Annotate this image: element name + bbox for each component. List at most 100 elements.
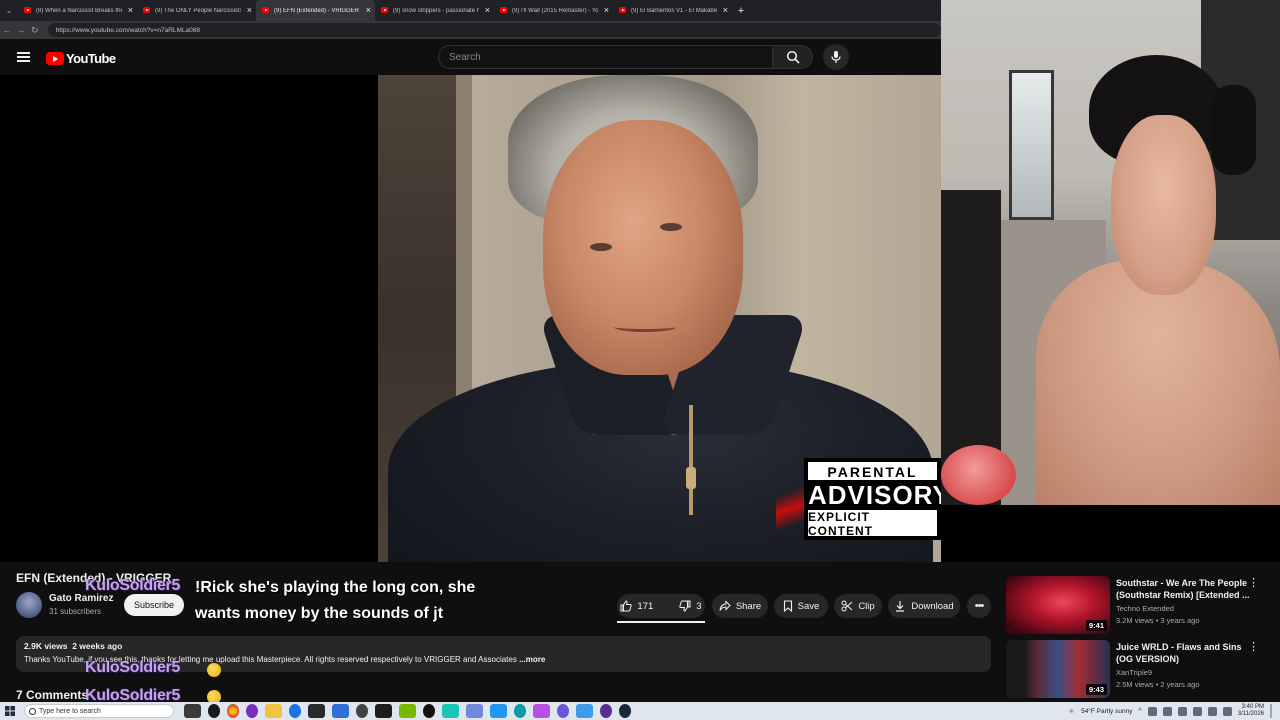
tray-app-icon[interactable] xyxy=(1222,706,1232,716)
app-icon[interactable] xyxy=(442,704,459,718)
recommended-title[interactable]: Juice WRLD - Flaws and Sins (OG VERSION) xyxy=(1116,641,1251,665)
share-button[interactable]: Share xyxy=(712,594,768,618)
app-icon[interactable] xyxy=(557,704,569,718)
new-tab-icon[interactable]: + xyxy=(732,5,750,17)
steam-client-icon[interactable] xyxy=(619,704,631,718)
taskbar-apps xyxy=(184,704,631,718)
video-thumbnail[interactable]: 9:41 xyxy=(1006,576,1110,634)
windows-start-button[interactable] xyxy=(0,706,20,716)
close-tab-icon[interactable]: × xyxy=(128,5,133,15)
close-tab-icon[interactable]: × xyxy=(247,5,252,15)
clip-button[interactable]: Clip xyxy=(834,594,882,618)
app-icon[interactable] xyxy=(490,704,507,718)
browser-tab-strip: ⌄ (8) When a Narcissist Breaks the S × (9… xyxy=(0,0,941,21)
webcam-mirror xyxy=(1009,70,1054,220)
recommended-title[interactable]: Southstar - We Are The People (Southstar… xyxy=(1116,577,1251,601)
app-icon[interactable] xyxy=(600,704,612,718)
recommended-video[interactable]: 9:41 Southstar - We Are The People (Sout… xyxy=(1006,576,1280,636)
volume-icon[interactable] xyxy=(1162,706,1172,716)
weather-icon: ☀ xyxy=(1067,706,1076,716)
microphone-icon xyxy=(831,51,841,63)
dislike-button[interactable]: 3 xyxy=(671,594,709,618)
channel-avatar[interactable] xyxy=(16,592,42,618)
close-tab-icon[interactable]: × xyxy=(485,5,490,15)
clock[interactable]: 3:40 PM 3/11/2026 xyxy=(1238,704,1264,718)
like-button[interactable]: 171 xyxy=(612,594,661,618)
scissors-icon xyxy=(841,600,853,612)
browser-tab[interactable]: (9) The ONLY People Narcissists St × xyxy=(137,0,256,21)
tray-app-icon[interactable] xyxy=(1192,706,1202,716)
youtube-favicon-icon xyxy=(262,7,269,13)
recommended-age: 2 years ago xyxy=(1160,680,1200,689)
app-icon[interactable] xyxy=(308,704,325,718)
close-tab-icon[interactable]: × xyxy=(366,5,371,15)
network-icon[interactable] xyxy=(1147,706,1157,716)
app-icon[interactable] xyxy=(533,704,550,718)
tab-search-chevron-icon[interactable]: ⌄ xyxy=(0,0,18,21)
tray-app-icon[interactable] xyxy=(1207,706,1217,716)
weather-text[interactable]: 54°F Partly sunny xyxy=(1081,708,1132,715)
hamburger-menu-icon[interactable] xyxy=(17,52,30,62)
more-actions-button[interactable]: ••• xyxy=(967,594,991,618)
recommended-channel[interactable]: XanTriple9 xyxy=(1116,668,1152,677)
chat-username: KuloSoldier5 xyxy=(85,577,181,594)
show-desktop-button[interactable] xyxy=(1270,704,1272,718)
search-button[interactable] xyxy=(773,45,813,69)
edge-icon[interactable] xyxy=(289,704,301,718)
app-icon[interactable] xyxy=(332,704,349,718)
task-view-icon[interactable] xyxy=(184,704,201,718)
voice-search-button[interactable] xyxy=(823,44,849,70)
app-icon[interactable] xyxy=(375,704,392,718)
recommended-video[interactable]: 9:43 Juice WRLD - Flaws and Sins (OG VER… xyxy=(1006,640,1280,700)
subscribe-button[interactable]: Subscribe xyxy=(124,594,184,616)
video-thumbnail[interactable]: 9:43 xyxy=(1006,640,1110,698)
browser-tab[interactable]: (9) El Barrientos V1 - El Makabeli × xyxy=(613,0,732,21)
more-vertical-icon[interactable]: ⋮ xyxy=(1248,640,1259,653)
emoji-icon xyxy=(207,663,221,677)
search-input[interactable]: Search xyxy=(438,45,773,69)
youtube-favicon-icon xyxy=(143,7,150,13)
file-explorer-icon[interactable] xyxy=(265,704,282,718)
description-more-link[interactable]: ...more xyxy=(519,655,545,664)
download-label: Download xyxy=(911,600,954,612)
youtube-favicon-icon xyxy=(381,7,388,13)
recommended-channel[interactable]: Techno Extended xyxy=(1116,604,1174,613)
dislike-count: 3 xyxy=(696,600,702,612)
taskbar-search-input[interactable]: Type here to search xyxy=(24,704,174,718)
app-icon[interactable] xyxy=(576,704,593,718)
upload-age: 2 weeks ago xyxy=(72,641,123,651)
download-icon xyxy=(896,601,905,612)
more-vertical-icon[interactable]: ⋮ xyxy=(1248,576,1259,589)
steam-icon[interactable] xyxy=(208,704,220,718)
youtube-logo[interactable]: YouTube xyxy=(46,51,116,66)
mouth-shape xyxy=(614,322,676,332)
tray-chevron-icon[interactable]: ^ xyxy=(1138,708,1141,715)
video-info-area: EFN (Extended) - VRIGGER Gato Ramirez 31… xyxy=(0,562,1280,702)
browser-tab[interactable]: (9) I'll Wait (2015 Remaster) - YouT × xyxy=(494,0,613,21)
nvidia-icon[interactable] xyxy=(399,704,416,718)
zipper-pull-shape xyxy=(686,467,696,489)
discord-icon[interactable] xyxy=(466,704,483,718)
back-arrow-icon[interactable]: ← xyxy=(0,21,14,39)
forward-arrow-icon[interactable]: → xyxy=(14,21,28,39)
browser-tab[interactable]: (9) snow strippers - passionate hig × xyxy=(375,0,494,21)
reload-icon[interactable]: ↻ xyxy=(28,21,42,39)
close-tab-icon[interactable]: × xyxy=(604,5,609,15)
github-icon[interactable] xyxy=(423,704,435,718)
close-tab-icon[interactable]: × xyxy=(723,5,728,15)
chrome-icon[interactable] xyxy=(227,704,239,718)
browser-tab-active[interactable]: (9) EFN (Extended) - VRIGGER - Yo × xyxy=(256,0,375,21)
url-field[interactable]: https://www.youtube.com/watch?v=n7aRLMLa… xyxy=(47,23,941,37)
obs-icon[interactable] xyxy=(246,704,258,718)
pink-container xyxy=(941,445,1016,505)
like-active-indicator xyxy=(617,621,705,623)
download-button[interactable]: Download xyxy=(888,594,960,618)
tab-title: (9) The ONLY People Narcissists St xyxy=(155,7,241,14)
youtube-favicon-icon xyxy=(24,7,31,13)
app-icon[interactable] xyxy=(514,704,526,718)
save-button[interactable]: Save xyxy=(774,594,828,618)
battery-icon[interactable] xyxy=(1177,706,1187,716)
browser-tab[interactable]: (8) When a Narcissist Breaks the S × xyxy=(18,0,137,21)
comments-count: 7 Comments xyxy=(16,688,89,702)
app-icon[interactable] xyxy=(356,704,368,718)
